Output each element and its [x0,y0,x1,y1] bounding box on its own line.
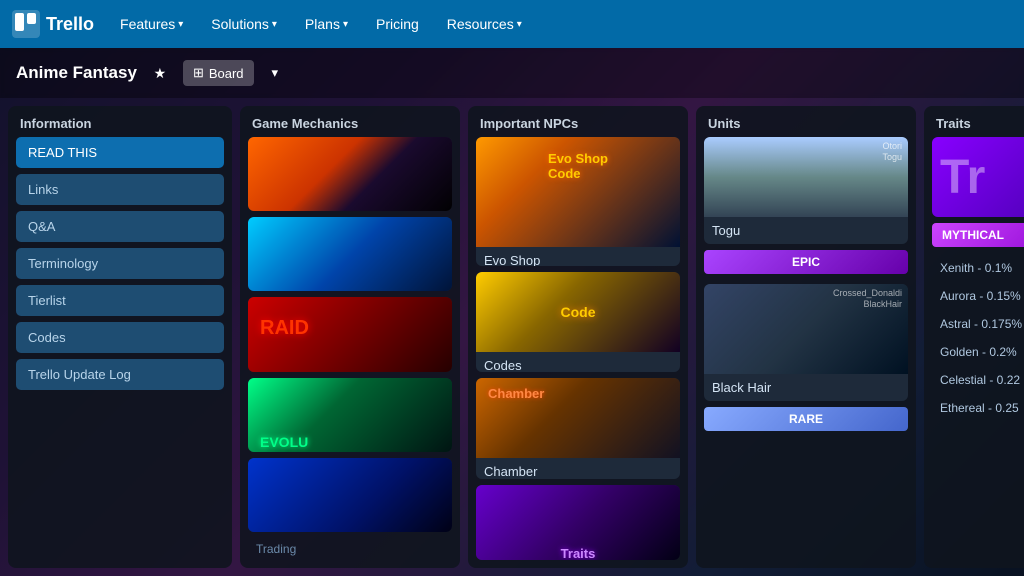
list-traits-body: Tr MYTHICAL Xenith - 0.1% Aurora - 0.15%… [924,137,1024,568]
board-view-button[interactable]: ⊞ Board [183,60,254,86]
list-traits: Traits Tr MYTHICAL Xenith - 0.1% Aurora … [924,106,1024,568]
sidebar-links[interactable]: Links [16,174,224,205]
card-summon[interactable]: Summon [248,217,452,291]
top-navigation: Trello Features ▾ Solutions ▾ Plans ▾ Pr… [0,0,1024,48]
togu-npc-overlay: OtoriTogu [882,141,902,163]
nav-resources[interactable]: Resources ▾ [437,10,532,38]
sidebar-terminology[interactable]: Terminology [16,248,224,279]
codes-text-overlay: Code [561,304,596,320]
badge-rare: RARE [704,407,908,431]
trello-logo[interactable]: Trello [12,10,94,38]
card-traits-npc[interactable]: Traits [476,485,680,560]
card-chamber[interactable]: Chamber Chamber [476,378,680,479]
badge-mythical: MYTHICAL [932,223,1024,247]
nav-pricing[interactable]: Pricing [366,10,429,38]
board-star-button[interactable]: ★ [147,60,173,86]
resources-chevron-icon: ▾ [517,19,522,30]
list-important-npcs-header: Important NPCs [468,106,688,137]
list-units-header: Units [696,106,916,137]
blackhair-overlay: Crossed_DonaldiBlackHair [833,288,902,310]
trait-aurora: Aurora - 0.15% [932,285,1024,307]
board-header: Anime Fantasy ★ ⊞ Board ▾ [0,48,1024,98]
board-content: Information READ THIS Links Q&A Terminol… [0,98,1024,576]
board-icon: ⊞ [193,65,204,81]
card-togu-label: Togu [704,217,908,244]
card-evo-shop[interactable]: Evo ShopCode Evo Shop [476,137,680,266]
board-expand-button[interactable]: ▾ [264,60,287,86]
card-trading-text: Trading [248,538,452,560]
trait-golden: Golden - 0.2% [932,341,1024,363]
card-story[interactable]: Story [248,137,452,211]
list-important-npcs-body: Evo ShopCode Evo Shop Code Codes Chamber… [468,137,688,568]
card-codes-label: Codes [476,352,680,373]
list-traits-header: Traits [924,106,1024,137]
trait-celestial: Celestial - 0.22 [932,369,1024,391]
sidebar-read-this[interactable]: READ THIS [16,137,224,168]
traits-hero-image: Tr [932,137,1024,217]
sidebar-trello-update-log[interactable]: Trello Update Log [16,359,224,390]
card-chamber-label: Chamber [476,458,680,479]
card-portals[interactable]: Portals [248,458,452,532]
trait-astral: Astral - 0.175% [932,313,1024,335]
list-information: Information READ THIS Links Q&A Terminol… [8,106,232,568]
traits-partial-text: Tr [940,150,985,205]
features-chevron-icon: ▾ [178,19,183,30]
badge-epic: EPIC [704,250,908,274]
trait-ethereal: Ethereal - 0.25 [932,397,1024,419]
list-game-mechanics-header: Game Mechanics [240,106,460,137]
list-information-body: READ THIS Links Q&A Terminology Tierlist… [8,137,232,568]
list-game-mechanics: Game Mechanics Story Summon RAID [240,106,460,568]
sidebar-qa[interactable]: Q&A [16,211,224,242]
evoshop-text-overlay: Evo ShopCode [548,151,608,181]
card-raids[interactable]: RAID Raids [248,297,452,371]
card-evolution[interactable]: EVOLU Evolution [248,378,452,452]
nav-plans[interactable]: Plans ▾ [295,10,358,38]
card-togu[interactable]: OtoriTogu Togu [704,137,908,244]
traits-npc-text-overlay: Traits [561,546,596,560]
chamber-text-overlay: Chamber [488,386,544,401]
sidebar-tierlist[interactable]: Tierlist [16,285,224,316]
sidebar-codes[interactable]: Codes [16,322,224,353]
list-important-npcs: Important NPCs Evo ShopCode Evo Shop Cod… [468,106,688,568]
nav-solutions[interactable]: Solutions ▾ [201,10,287,38]
solutions-chevron-icon: ▾ [272,19,277,30]
card-codes[interactable]: Code Codes [476,272,680,373]
nav-features[interactable]: Features ▾ [110,10,193,38]
evolution-text-overlay: EVOLU [260,434,308,450]
list-units-body: OtoriTogu Togu EPIC Crossed_DonaldiBlack… [696,137,916,568]
card-evo-shop-label: Evo Shop [476,247,680,266]
card-black-hair-label: Black Hair [704,374,908,401]
trait-xenith: Xenith - 0.1% [932,257,1024,279]
list-game-mechanics-body: Story Summon RAID Raids [240,137,460,568]
plans-chevron-icon: ▾ [343,19,348,30]
card-black-hair[interactable]: Crossed_DonaldiBlackHair Black Hair [704,284,908,401]
list-units: Units OtoriTogu Togu EPIC Crossed_Donald… [696,106,916,568]
board-title: Anime Fantasy [16,63,137,83]
list-information-header: Information [8,106,232,137]
raids-text-overlay: RAID [260,317,309,340]
